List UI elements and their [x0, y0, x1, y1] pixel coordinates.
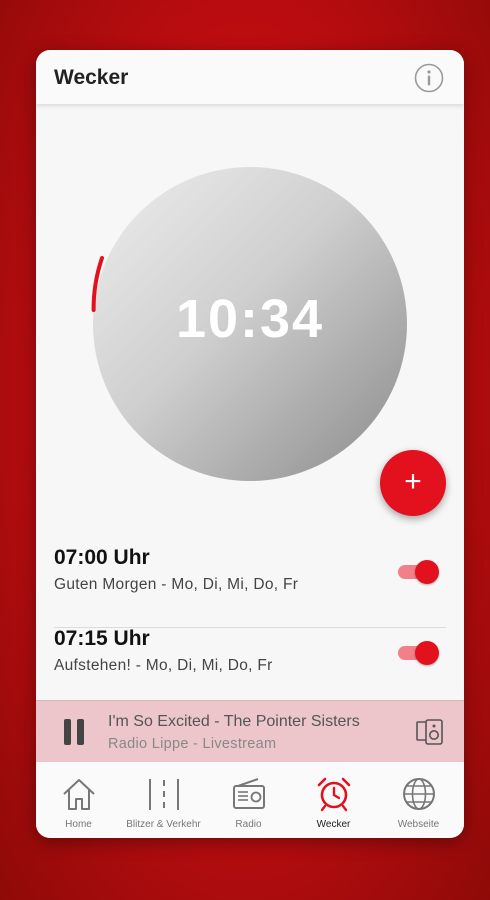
alarm-toggle[interactable]	[396, 641, 440, 665]
mini-player[interactable]: I'm So Excited - The Pointer Sisters Rad…	[36, 700, 464, 763]
app-header: Wecker	[36, 50, 464, 104]
alarm-screen: Wecker 10:34 + 07:00 Uhr Guten Morgen - …	[36, 50, 464, 838]
nav-label: Webseite	[397, 819, 440, 830]
nav-item-radio[interactable]: Radio	[206, 762, 291, 838]
page-title: Wecker	[54, 66, 129, 89]
alarm-item[interactable]: 07:00 Uhr Guten Morgen - Mo, Di, Mi, Do,…	[36, 546, 464, 628]
alarm-time: 07:00 Uhr	[54, 546, 150, 569]
alarm-description: Aufstehen! - Mo, Di, Mi, Do, Fr	[54, 657, 273, 674]
nav-label: Home	[65, 819, 92, 830]
info-icon[interactable]	[414, 63, 444, 93]
alarm-item[interactable]: 07:15 Uhr Aufstehen! - Mo, Di, Mi, Do, F…	[36, 627, 464, 709]
nav-item-website[interactable]: Webseite	[376, 762, 461, 838]
toggle-knob	[415, 641, 439, 665]
nav-item-traffic[interactable]: Blitzer & Verkehr	[121, 762, 206, 838]
globe-icon	[403, 778, 435, 810]
bottom-navigation: Home Blitzer & Verkehr Radio Wecker Webs…	[36, 762, 464, 838]
pause-icon[interactable]	[62, 719, 86, 745]
nav-label: Blitzer & Verkehr	[126, 819, 201, 830]
nav-item-alarm[interactable]: Wecker	[291, 762, 376, 838]
add-alarm-button[interactable]: +	[380, 450, 446, 516]
nav-label: Wecker	[316, 819, 351, 830]
speaker-icon[interactable]	[416, 718, 444, 746]
add-icon: +	[404, 465, 422, 498]
now-playing-title: I'm So Excited - The Pointer Sisters	[108, 713, 360, 730]
nav-label: Radio	[235, 819, 262, 830]
alarm-clock-icon	[317, 777, 351, 812]
radio-icon	[233, 778, 265, 809]
clock-display: 10:34	[86, 160, 414, 488]
nav-item-home[interactable]: Home	[36, 762, 121, 838]
now-playing-station: Radio Lippe - Livestream	[108, 736, 277, 752]
toggle-knob	[415, 560, 439, 584]
alarm-description: Guten Morgen - Mo, Di, Mi, Do, Fr	[54, 576, 299, 593]
alarm-time: 07:15 Uhr	[54, 627, 150, 650]
home-icon	[63, 779, 95, 810]
road-icon	[149, 779, 179, 810]
alarm-toggle[interactable]	[396, 560, 440, 584]
clock-time: 10:34	[175, 289, 325, 349]
